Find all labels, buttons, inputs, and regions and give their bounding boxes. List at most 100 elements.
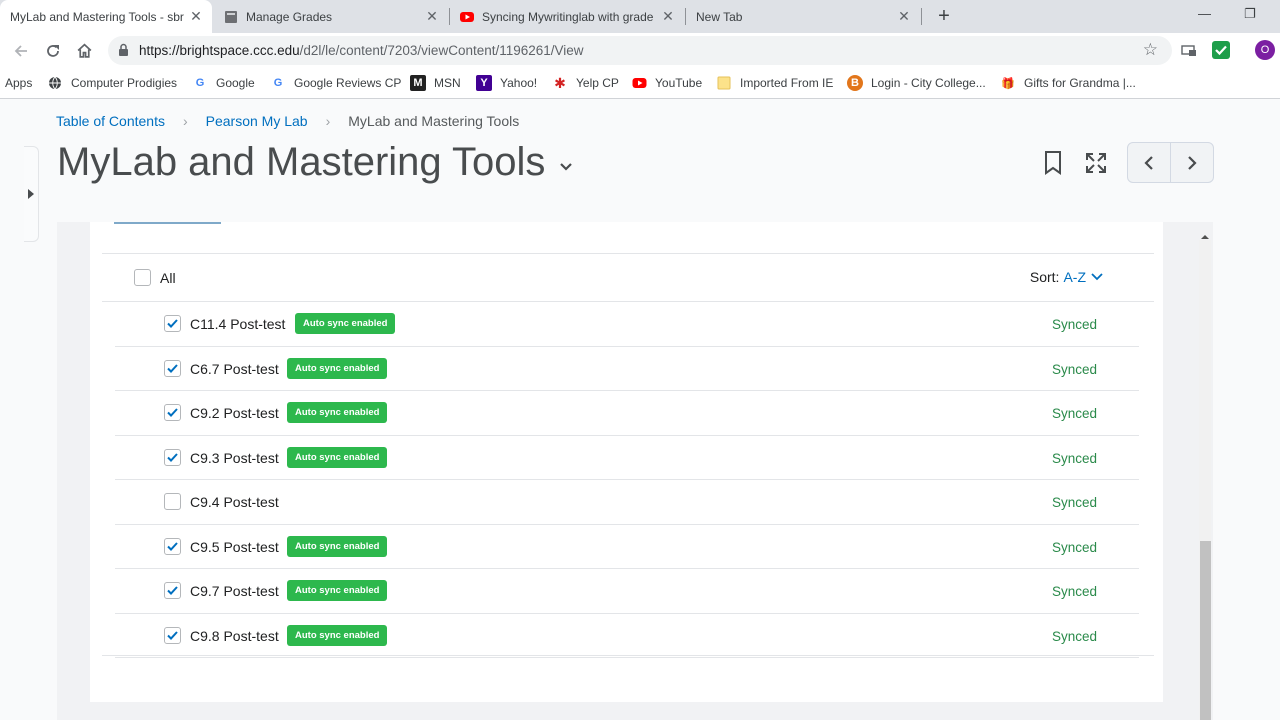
breadcrumb-current: MyLab and Mastering Tools [348, 113, 520, 129]
page-content: Table of Contents › Pearson My Lab › MyL… [0, 100, 1280, 720]
previous-topic-button[interactable] [1128, 143, 1171, 182]
bookmark-label: Yelp CP [576, 76, 619, 90]
bookmark-msn[interactable]: M MSN [410, 74, 461, 92]
browser-tab[interactable]: Syncing Mywritinglab with grade ✕ [450, 0, 684, 33]
bookmark-label: Apps [5, 76, 33, 90]
bookmark-youtube[interactable]: YouTube [631, 74, 702, 92]
sync-status: Synced [1051, 406, 1097, 421]
page-title: MyLab and Mastering Tools [57, 140, 546, 184]
bookmark-computer-prodigies[interactable]: Computer Prodigies [47, 74, 177, 92]
bookmark-google[interactable]: G Google [192, 74, 255, 92]
close-icon[interactable]: ✕ [896, 8, 912, 25]
tab-title: Manage Grades [246, 9, 333, 24]
youtube-icon [460, 11, 474, 22]
bookmark-icon[interactable] [1042, 150, 1064, 181]
youtube-icon [631, 75, 647, 91]
bookmark-yelp[interactable]: ✱ Yelp CP [552, 74, 619, 92]
close-icon[interactable]: ✕ [188, 8, 204, 25]
chevron-left-icon [1144, 155, 1153, 170]
auto-sync-badge: Auto sync enabled [287, 535, 388, 557]
table-row: C9.8 Post-test Auto sync enabled Synced [115, 614, 1139, 658]
scrollbar-thumb[interactable] [1200, 541, 1211, 720]
list-bottom-divider [102, 655, 1154, 656]
scroll-up-arrow-icon[interactable] [1200, 228, 1210, 239]
checkmark-icon [167, 408, 178, 417]
reload-icon[interactable] [41, 39, 65, 63]
table-row: C9.2 Post-test Auto sync enabled Synced [115, 391, 1139, 436]
assignment-name: C9.3 Post-test [190, 449, 279, 466]
row-checkbox[interactable] [164, 404, 181, 421]
select-all-label: All [160, 270, 176, 286]
checkmark-icon [167, 452, 178, 462]
address-bar[interactable]: https://brightspace.ccc.edu/d2l/le/conte… [108, 36, 1172, 65]
checkmark-icon [167, 541, 178, 551]
bookmark-label: YouTube [655, 76, 703, 90]
row-checkbox[interactable] [164, 582, 181, 599]
sync-status: Synced [1051, 584, 1097, 599]
msn-icon: M [410, 75, 426, 91]
row-checkbox[interactable] [164, 359, 181, 377]
assignment-list: C11.4 Post-test Auto sync enabled Synced C6… [115, 302, 1139, 658]
auto-sync-badge: Auto sync enabled [287, 446, 388, 468]
breadcrumb-link[interactable]: Table of Contents [56, 113, 165, 129]
table-row: C6.7 Post-test Auto sync enabled Synced [115, 347, 1139, 391]
browser-tab-strip: MyLab and Mastering Tools - sbr ✕ Manage… [0, 0, 1280, 33]
assignment-name: C9.4 Post-test [190, 494, 279, 510]
row-checkbox[interactable] [164, 448, 181, 466]
sync-status: Synced [1051, 628, 1097, 644]
bookmark-google-reviews[interactable]: G Google Reviews CP [270, 74, 402, 92]
select-all-checkbox[interactable] [134, 269, 151, 286]
bookmark-yahoo[interactable]: Y Yahoo! [476, 74, 537, 92]
row-checkbox[interactable] [164, 493, 181, 510]
chevron-right-icon: › [325, 113, 331, 129]
restore-icon[interactable]: ❐ [1244, 6, 1256, 22]
row-checkbox[interactable] [164, 537, 181, 555]
close-icon[interactable]: ✕ [424, 8, 440, 25]
auto-sync-badge: Auto sync enabled [287, 402, 388, 423]
new-tab-button[interactable]: + [934, 5, 954, 27]
checkmark-extension-icon[interactable] [1212, 41, 1230, 59]
gift-icon: 🎁 [1001, 77, 1015, 90]
close-icon[interactable]: ✕ [660, 8, 676, 25]
auto-sync-badge: Auto sync enabled [295, 313, 396, 334]
auto-sync-badge: Auto sync enabled [287, 580, 388, 601]
url-text: https://brightspace.ccc.edu/d2l/le/conte… [139, 43, 584, 58]
breadcrumb-link[interactable]: Pearson My Lab [206, 113, 308, 129]
ccc-icon: B [847, 75, 863, 91]
chevron-down-icon[interactable] [558, 160, 574, 178]
profile-avatar[interactable]: O [1255, 40, 1275, 60]
next-topic-button[interactable] [1171, 143, 1213, 182]
fullscreen-icon[interactable] [1085, 152, 1107, 179]
sort-dropdown[interactable]: Sort: A-Z [1030, 269, 1104, 285]
sync-status: Synced [1051, 539, 1097, 555]
bookmark-login-city-college[interactable]: B Login - City College... [847, 74, 986, 92]
assignment-name: C9.7 Post-test [190, 583, 279, 599]
url-path: /d2l/le/content/7203/viewContent/1196261… [299, 43, 584, 58]
home-icon[interactable] [72, 39, 96, 63]
yahoo-icon: Y [476, 75, 492, 91]
bookmark-imported-from-ie[interactable]: Imported From IE [716, 74, 833, 92]
star-icon[interactable]: ☆ [1143, 40, 1158, 60]
bookmark-apps[interactable]: Apps [5, 74, 32, 92]
minimize-icon[interactable]: — [1198, 6, 1211, 21]
browser-tab[interactable]: Manage Grades ✕ [214, 0, 448, 33]
browser-tab-active[interactable]: MyLab and Mastering Tools - sbr ✕ [0, 0, 212, 33]
table-row: C9.5 Post-test Auto sync enabled Synced [115, 525, 1139, 569]
tab-title: Syncing Mywritinglab with grade [482, 9, 654, 24]
assignment-name: C6.7 Post-test [190, 360, 279, 377]
browser-tab[interactable]: New Tab ✕ [686, 0, 920, 33]
bookmark-label: Google Reviews CP [294, 76, 402, 90]
checkmark-icon [167, 363, 178, 373]
side-panel-toggle[interactable] [24, 146, 39, 242]
row-checkbox[interactable] [164, 315, 181, 332]
row-checkbox[interactable] [164, 626, 181, 644]
cast-icon[interactable] [1180, 41, 1198, 59]
checkmark-icon [167, 630, 178, 640]
bookmark-label: Gifts for Grandma |... [1024, 76, 1136, 90]
chevron-right-icon [1188, 155, 1197, 170]
back-arrow-icon[interactable] [9, 39, 33, 63]
checkmark-icon [167, 319, 178, 328]
bookmarks-bar: Apps Computer Prodigies G Google G Googl… [0, 68, 1280, 99]
bookmark-gifts-for-grandma[interactable]: 🎁 Gifts for Grandma |... [1000, 74, 1136, 92]
sync-status: Synced [1051, 450, 1097, 466]
